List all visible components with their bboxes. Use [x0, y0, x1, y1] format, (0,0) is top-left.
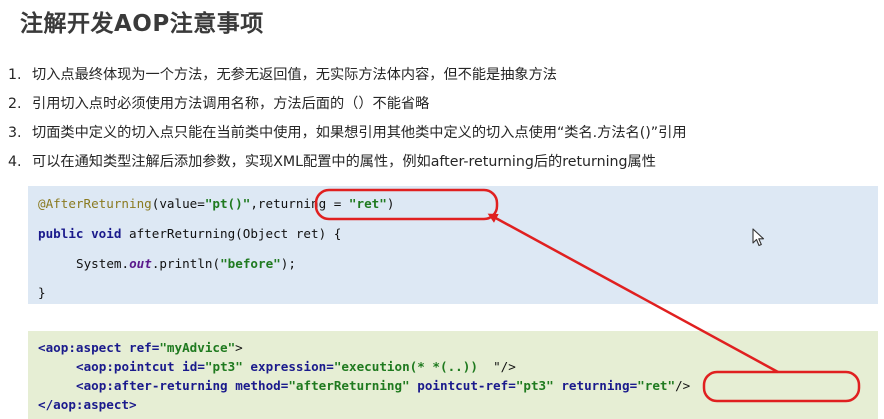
- xml-tag: <aop:aspect: [38, 340, 122, 355]
- item-text: 切面类中定义的切入点只能在当前类中使用，如果想引用其他类中定义的切入点使用“类名…: [32, 125, 687, 141]
- annotation-name: @AfterReturning: [38, 196, 152, 211]
- xml-attr: ref=: [121, 340, 160, 355]
- xml-attr: method=: [227, 378, 289, 393]
- code-token: ): [386, 196, 395, 211]
- code-line-annotation: @AfterReturning(value="pt()",returning =…: [38, 196, 394, 211]
- item-number: 2.: [8, 96, 22, 112]
- notes-list: 1. 切入点最终体现为一个方法，无参无返回值，无实际方法体内容，但不能是抽象方法 …: [8, 64, 878, 180]
- code-line-method: public void afterReturning(Object ret) {: [38, 226, 341, 241]
- page-title: 注解开发AOP注意事项: [20, 11, 264, 37]
- string-literal: "before": [220, 256, 281, 271]
- item-text: 切入点最终体现为一个方法，无参无返回值，无实际方法体内容，但不能是抽象方法: [32, 67, 557, 83]
- code-token: .println(: [151, 256, 221, 271]
- code-token: >: [235, 340, 243, 355]
- code-token: "/>: [477, 359, 516, 374]
- xml-line-aspect-open: <aop:aspect ref="myAdvice">: [38, 340, 243, 355]
- xml-value: "execution(* *(..)): [333, 359, 478, 374]
- xml-value: "pt3": [515, 378, 554, 393]
- xml-attr: returning=: [561, 378, 638, 393]
- code-token: ,: [250, 196, 258, 211]
- xml-tag: <aop:pointcut: [76, 359, 175, 374]
- code-line-println: System.out.println("before");: [76, 256, 296, 271]
- list-item: 1. 切入点最终体现为一个方法，无参无返回值，无实际方法体内容，但不能是抽象方法: [8, 64, 878, 93]
- item-number: 1.: [8, 67, 22, 83]
- xml-attr: expression=: [242, 359, 334, 374]
- string-literal: "ret": [348, 196, 387, 211]
- code-token: returning =: [257, 196, 349, 211]
- xml-line-after-returning: <aop:after-returning method="afterReturn…: [76, 378, 690, 393]
- item-number: 3.: [8, 125, 22, 141]
- keyword: public: [38, 226, 84, 241]
- xml-value: "ret": [637, 378, 676, 393]
- list-item: 4. 可以在通知类型注解后添加参数，实现XML配置中的属性，例如after-ret…: [8, 151, 878, 180]
- xml-code-block: <aop:aspect ref="myAdvice"> <aop:pointcu…: [28, 331, 878, 419]
- code-token: afterReturning(Object ret) {: [121, 226, 342, 241]
- java-code-block: @AfterReturning(value="pt()",returning =…: [28, 186, 878, 304]
- static-field: out: [129, 256, 152, 271]
- list-item: 2. 引用切入点时必须使用方法调用名称，方法后面的（）不能省略: [8, 93, 878, 122]
- list-item: 3. 切面类中定义的切入点只能在当前类中使用，如果想引用其他类中定义的切入点使用“…: [8, 122, 878, 151]
- xml-attr: pointcut-ref=: [409, 378, 516, 393]
- mouse-pointer-icon: [752, 228, 765, 247]
- xml-value: "pt3": [204, 359, 243, 374]
- item-text: 可以在通知类型注解后添加参数，实现XML配置中的属性，例如after-retur…: [32, 154, 656, 170]
- code-token: />: [675, 378, 691, 393]
- code-token: );: [280, 256, 296, 271]
- item-number: 4.: [8, 154, 22, 170]
- xml-line-aspect-close: </aop:aspect>: [38, 397, 137, 412]
- keyword: void: [91, 226, 122, 241]
- code-token: (value=: [151, 196, 205, 211]
- code-token: System.: [76, 256, 130, 271]
- string-literal: "pt()": [204, 196, 251, 211]
- item-text: 引用切入点时必须使用方法调用名称，方法后面的（）不能省略: [32, 96, 430, 112]
- xml-value: "myAdvice": [159, 340, 236, 355]
- xml-line-pointcut: <aop:pointcut id="pt3" expression="execu…: [76, 359, 516, 374]
- xml-tag: </aop:aspect>: [38, 397, 137, 412]
- xml-value: "afterReturning": [288, 378, 410, 393]
- code-line-close: }: [38, 285, 46, 300]
- xml-attr: id=: [174, 359, 205, 374]
- xml-tag: <aop:after-returning: [76, 378, 228, 393]
